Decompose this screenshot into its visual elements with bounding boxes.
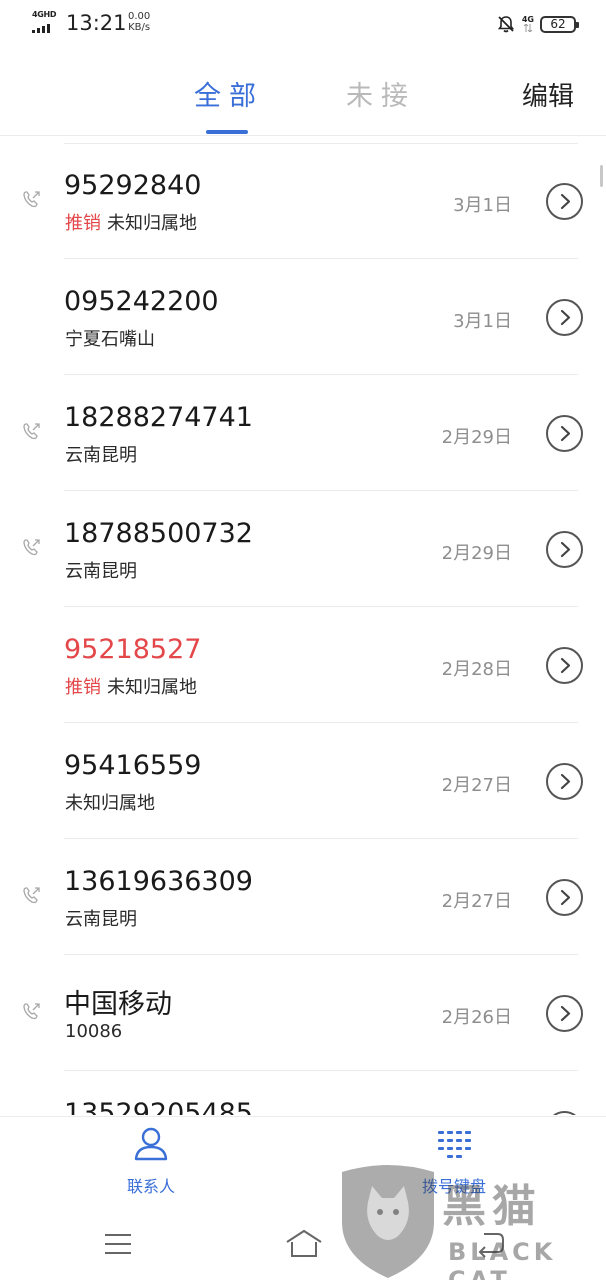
call-subtitle: 宁夏石嘴山	[65, 325, 155, 351]
call-location: 云南昆明	[65, 561, 137, 582]
call-date: 2月29日	[441, 543, 512, 564]
mobile-data-label: 4G	[521, 14, 534, 24]
call-log-row[interactable]: 95416559 未知归属地 2月27日	[0, 723, 606, 839]
call-date: 2月26日	[441, 1007, 512, 1028]
call-location: 未知归属地	[65, 793, 155, 814]
call-log-row[interactable]: 95292840 推销 未知归属地 3月1日	[0, 143, 606, 259]
call-log-row[interactable]: 95218527 推销 未知归属地 2月28日	[0, 607, 606, 723]
chevron-right-icon	[560, 889, 571, 906]
call-log-tabs: 全部 未接 编辑	[0, 58, 606, 138]
call-log-row[interactable]: 13529205485	[0, 1071, 606, 1115]
call-log-row[interactable]: 13619636309 云南昆明 2月27日	[0, 839, 606, 955]
call-location: 云南昆明	[65, 909, 137, 930]
tab-all[interactable]: 全部	[194, 74, 264, 113]
call-detail-button[interactable]	[546, 763, 583, 800]
dialpad-icon	[438, 1131, 471, 1158]
call-number: 95292840	[64, 170, 202, 201]
call-detail-button[interactable]	[546, 1111, 583, 1115]
menu-icon[interactable]	[102, 1228, 134, 1260]
home-icon[interactable]	[284, 1228, 324, 1260]
chevron-right-icon	[560, 1005, 571, 1022]
contacts-label: 联系人	[126, 1177, 175, 1196]
system-navigation-bar	[0, 1216, 606, 1280]
chevron-right-icon	[560, 541, 571, 558]
call-detail-button[interactable]	[546, 647, 583, 684]
call-subtitle: 云南昆明	[65, 557, 137, 583]
call-tag: 推销	[65, 677, 101, 698]
outgoing-call-icon	[23, 887, 40, 904]
call-location: 未知归属地	[107, 677, 197, 698]
call-subtitle: 推销 未知归属地	[65, 673, 197, 699]
call-log-row[interactable]: 中国移动 10086 2月26日	[0, 955, 606, 1071]
call-number: 95416559	[64, 750, 202, 781]
active-tab-indicator	[206, 130, 248, 134]
data-arrows-icon	[523, 22, 533, 33]
call-log-row[interactable]: 095242200 宁夏石嘴山 3月1日	[0, 259, 606, 375]
call-log-row[interactable]: 18288274741 云南昆明 2月29日	[0, 375, 606, 491]
call-location: 10086	[65, 1021, 123, 1042]
outgoing-call-icon	[23, 423, 40, 440]
outgoing-call-icon	[23, 191, 40, 208]
speed-unit: KB/s	[128, 22, 151, 33]
call-log-row[interactable]: 18788500732 云南昆明 2月29日	[0, 491, 606, 607]
call-subtitle: 云南昆明	[65, 905, 137, 931]
call-number: 18788500732	[64, 518, 253, 549]
call-subtitle: 10086	[65, 1021, 122, 1042]
scrollbar[interactable]	[600, 165, 603, 187]
back-icon[interactable]	[474, 1228, 506, 1260]
network-label: 4GHD	[32, 10, 57, 19]
call-log-list[interactable]: 95292840 推销 未知归属地 3月1日 095242200 宁夏石嘴山 3月1日 182…	[0, 143, 606, 1115]
status-icons: 4G 62	[496, 12, 579, 36]
call-number: 95218527	[64, 634, 202, 665]
call-number: 中国移动	[64, 989, 172, 1020]
dialpad-button[interactable]: 拨号键盘	[394, 1123, 514, 1197]
call-detail-button[interactable]	[546, 531, 583, 568]
bottom-navigation: 联系人 拨号键盘	[0, 1116, 606, 1216]
call-subtitle: 云南昆明	[65, 441, 137, 467]
contacts-button[interactable]: 联系人	[91, 1123, 211, 1197]
tab-missed[interactable]: 未接	[346, 74, 416, 113]
edit-button[interactable]: 编辑	[522, 76, 574, 113]
clock: 13:21	[66, 11, 127, 35]
dialpad-label: 拨号键盘	[421, 1177, 486, 1196]
speed-value: 0.00	[128, 11, 151, 22]
call-detail-button[interactable]	[546, 183, 583, 220]
outgoing-call-icon	[23, 1003, 40, 1020]
call-location: 未知归属地	[107, 213, 197, 234]
call-location: 云南昆明	[65, 445, 137, 466]
status-bar: 4GHD 13:21 0.00 KB/s 4G 62	[0, 0, 606, 48]
call-location: 宁夏石嘴山	[65, 329, 155, 350]
chevron-right-icon	[560, 657, 571, 674]
mobile-data-indicator: 4G	[522, 15, 534, 34]
call-tag: 推销	[65, 213, 101, 234]
header-divider	[0, 135, 606, 136]
call-number: 13529205485	[64, 1098, 253, 1115]
contacts-icon	[134, 1127, 168, 1161]
battery-icon: 62	[540, 15, 579, 33]
call-date: 3月1日	[453, 311, 512, 332]
call-subtitle: 未知归属地	[65, 789, 155, 815]
call-detail-button[interactable]	[546, 995, 583, 1032]
call-date: 2月27日	[441, 775, 512, 796]
call-number: 095242200	[64, 286, 219, 317]
call-detail-button[interactable]	[546, 415, 583, 452]
network-speed: 0.00 KB/s	[128, 11, 150, 33]
call-detail-button[interactable]	[546, 299, 583, 336]
call-detail-button[interactable]	[546, 879, 583, 916]
call-number: 13619636309	[64, 866, 253, 897]
call-date: 3月1日	[453, 195, 512, 216]
chevron-right-icon	[560, 773, 571, 790]
call-date: 2月29日	[441, 427, 512, 448]
call-number: 18288274741	[64, 402, 253, 433]
chevron-right-icon	[560, 425, 571, 442]
call-subtitle: 推销 未知归属地	[65, 209, 197, 235]
chevron-right-icon	[560, 309, 571, 326]
chevron-right-icon	[560, 193, 571, 210]
network-indicator: 4GHD	[32, 10, 60, 34]
bell-muted-icon	[497, 16, 514, 33]
outgoing-call-icon	[23, 539, 40, 556]
battery-level: 62	[550, 17, 566, 31]
call-date: 2月27日	[441, 891, 512, 912]
call-date: 2月28日	[441, 659, 512, 680]
